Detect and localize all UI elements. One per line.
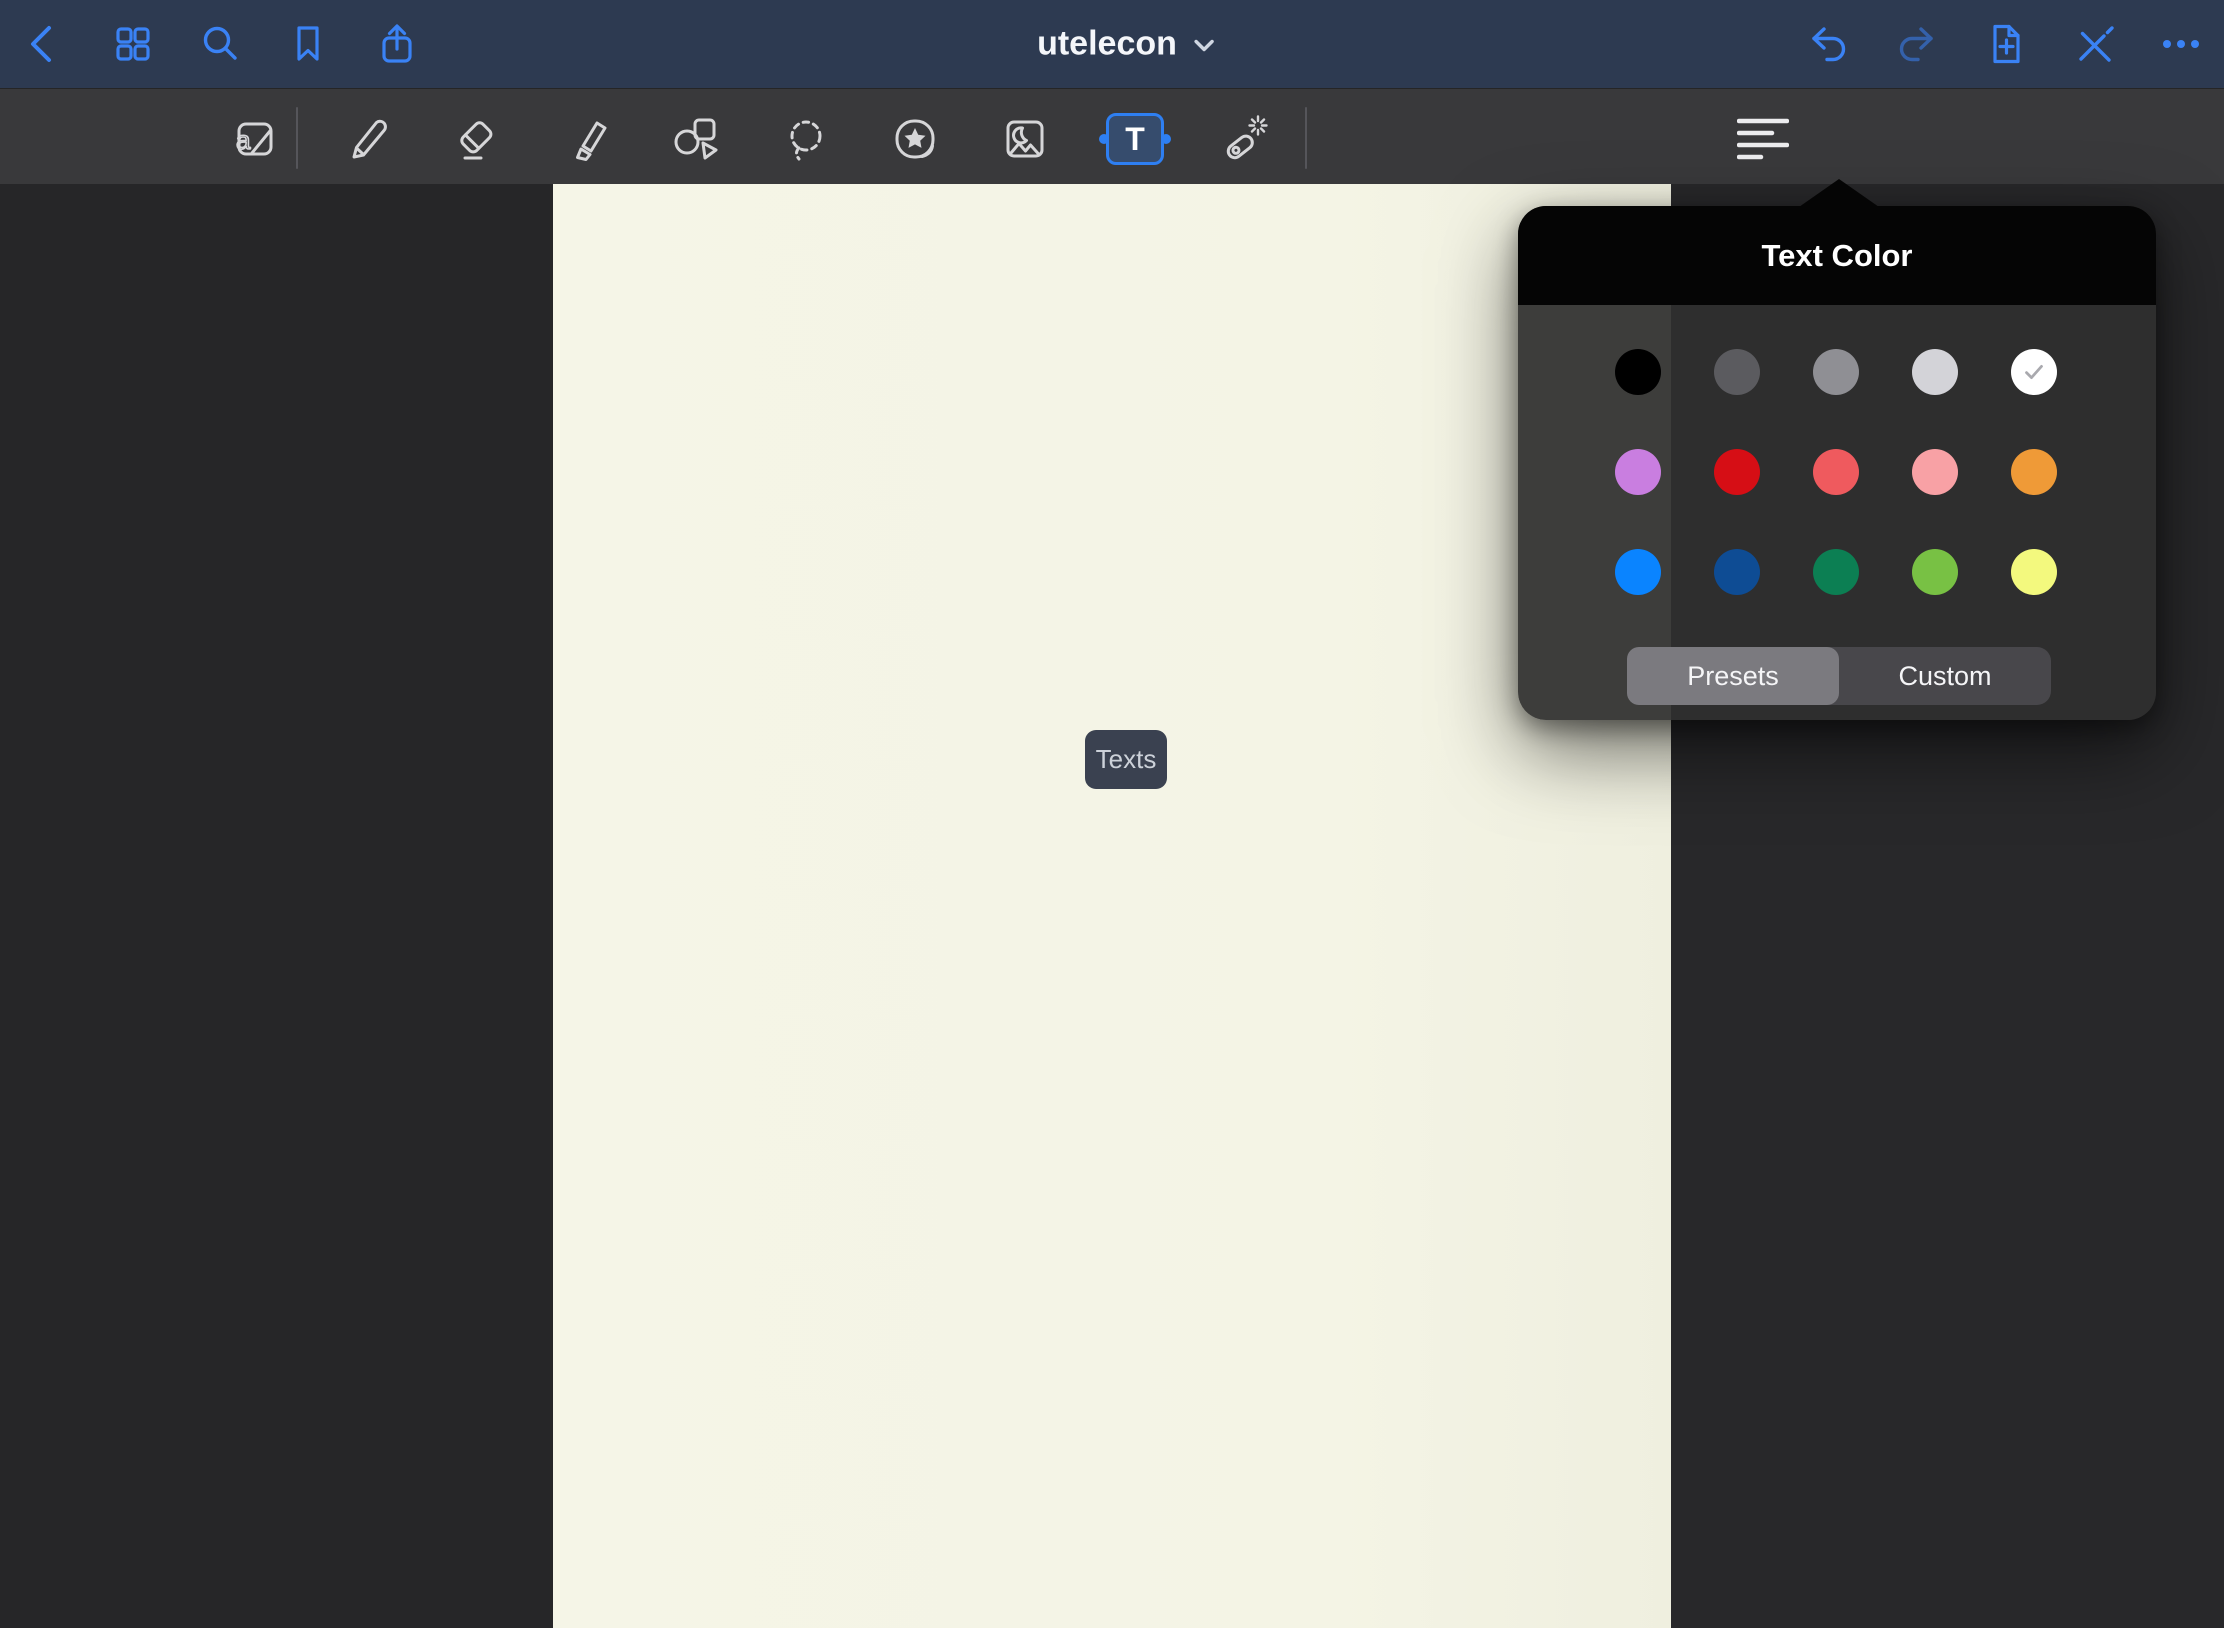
search-icon bbox=[197, 21, 243, 67]
tab-custom[interactable]: Custom bbox=[1839, 647, 2051, 705]
page-thumbnails-button[interactable] bbox=[110, 21, 156, 67]
popover-header: Text Color bbox=[1518, 206, 2156, 305]
more-options-button[interactable] bbox=[2158, 21, 2204, 67]
tab-custom-label: Custom bbox=[1898, 661, 1991, 692]
color-swatch-dark-gray[interactable] bbox=[1714, 349, 1760, 395]
text-tool-letter: T bbox=[1125, 121, 1145, 158]
grid-icon bbox=[110, 21, 156, 67]
read-only-mode-button[interactable]: a bbox=[228, 113, 280, 165]
selected-check-icon bbox=[2019, 357, 2049, 387]
lasso-icon bbox=[780, 113, 832, 165]
bookmark-icon bbox=[285, 21, 331, 67]
highlighter-icon bbox=[562, 113, 614, 165]
pen-toggle-button[interactable] bbox=[2070, 21, 2116, 67]
toolbar-separator bbox=[296, 107, 298, 169]
text-tool-button[interactable]: T bbox=[1106, 113, 1164, 165]
note-page-canvas[interactable] bbox=[553, 184, 1671, 1628]
lasso-tool-button[interactable] bbox=[780, 113, 832, 165]
popover-title: Text Color bbox=[1762, 238, 1913, 274]
pen-icon bbox=[340, 113, 392, 165]
readonly-letter: a bbox=[236, 125, 251, 155]
document-title-text: utelecon bbox=[1037, 25, 1177, 64]
undo-button[interactable] bbox=[1805, 21, 1851, 67]
search-button[interactable] bbox=[197, 21, 243, 67]
color-swatch-orchid[interactable] bbox=[1615, 449, 1661, 495]
eraser-icon bbox=[450, 113, 502, 165]
tab-presets-label: Presets bbox=[1687, 661, 1779, 692]
presets-custom-segmented-control: Presets Custom bbox=[1627, 647, 2051, 705]
tools-toolbar: a bbox=[0, 88, 2224, 184]
popover-arrow bbox=[1799, 179, 1879, 207]
color-swatch-white[interactable] bbox=[2011, 349, 2057, 395]
add-page-button[interactable] bbox=[1982, 21, 2028, 67]
selection-handle-left bbox=[1099, 134, 1109, 144]
image-tool-button[interactable] bbox=[999, 113, 1051, 165]
chevron-down-icon bbox=[1191, 31, 1217, 57]
eraser-tool-button[interactable] bbox=[450, 113, 502, 165]
selection-handle-right bbox=[1161, 134, 1171, 144]
share-icon bbox=[374, 21, 420, 67]
color-swatch-gray[interactable] bbox=[1813, 349, 1859, 395]
color-swatch-grid bbox=[1615, 349, 2057, 595]
bookmark-button[interactable] bbox=[285, 21, 331, 67]
redo-icon bbox=[1894, 21, 1940, 67]
color-swatch-coral-red[interactable] bbox=[1813, 449, 1859, 495]
text-tool-selected-box: T bbox=[1106, 113, 1164, 165]
share-button[interactable] bbox=[374, 21, 420, 67]
add-page-icon bbox=[1982, 21, 2028, 67]
sticker-star-icon bbox=[889, 113, 941, 165]
shapes-icon bbox=[670, 113, 722, 165]
highlighter-tool-button[interactable] bbox=[562, 113, 614, 165]
align-left-icon bbox=[1737, 113, 1789, 165]
laser-pointer-icon bbox=[1219, 113, 1271, 165]
color-swatch-red[interactable] bbox=[1714, 449, 1760, 495]
color-swatch-dark-blue[interactable] bbox=[1714, 549, 1760, 595]
color-swatch-black[interactable] bbox=[1615, 349, 1661, 395]
ellipsis-icon bbox=[2158, 21, 2204, 67]
image-icon bbox=[999, 113, 1051, 165]
redo-button[interactable] bbox=[1894, 21, 1940, 67]
text-object-label: Texts bbox=[1096, 744, 1157, 775]
pen-tool-button[interactable] bbox=[340, 113, 392, 165]
elements-tool-button[interactable] bbox=[889, 113, 941, 165]
color-swatch-pink[interactable] bbox=[1912, 449, 1958, 495]
laser-pointer-tool-button[interactable] bbox=[1219, 113, 1271, 165]
pen-crossed-icon bbox=[2070, 21, 2116, 67]
canvas-background-left bbox=[0, 184, 553, 1628]
tab-presets[interactable]: Presets bbox=[1627, 647, 1839, 705]
back-chevron-icon bbox=[20, 21, 66, 67]
shapes-tool-button[interactable] bbox=[670, 113, 722, 165]
color-swatch-orange[interactable] bbox=[2011, 449, 2057, 495]
color-swatch-light-gray[interactable] bbox=[1912, 349, 1958, 395]
top-navigation-bar: utelecon bbox=[0, 0, 2224, 88]
read-only-icon: a bbox=[228, 113, 280, 165]
app-window: utelecon bbox=[0, 0, 2224, 1628]
color-swatch-blue[interactable] bbox=[1615, 549, 1661, 595]
document-title[interactable]: utelecon bbox=[1037, 25, 1217, 64]
back-button[interactable] bbox=[20, 21, 66, 67]
color-swatch-light-green[interactable] bbox=[1912, 549, 1958, 595]
text-object[interactable]: Texts bbox=[1085, 730, 1167, 789]
color-swatch-yellow[interactable] bbox=[2011, 549, 2057, 595]
toolbar-separator bbox=[1305, 107, 1307, 169]
text-color-popover: Text Color Presets Custom bbox=[1518, 206, 2156, 720]
undo-icon bbox=[1805, 21, 1851, 67]
text-align-button[interactable] bbox=[1737, 113, 1789, 165]
color-swatch-green[interactable] bbox=[1813, 549, 1859, 595]
